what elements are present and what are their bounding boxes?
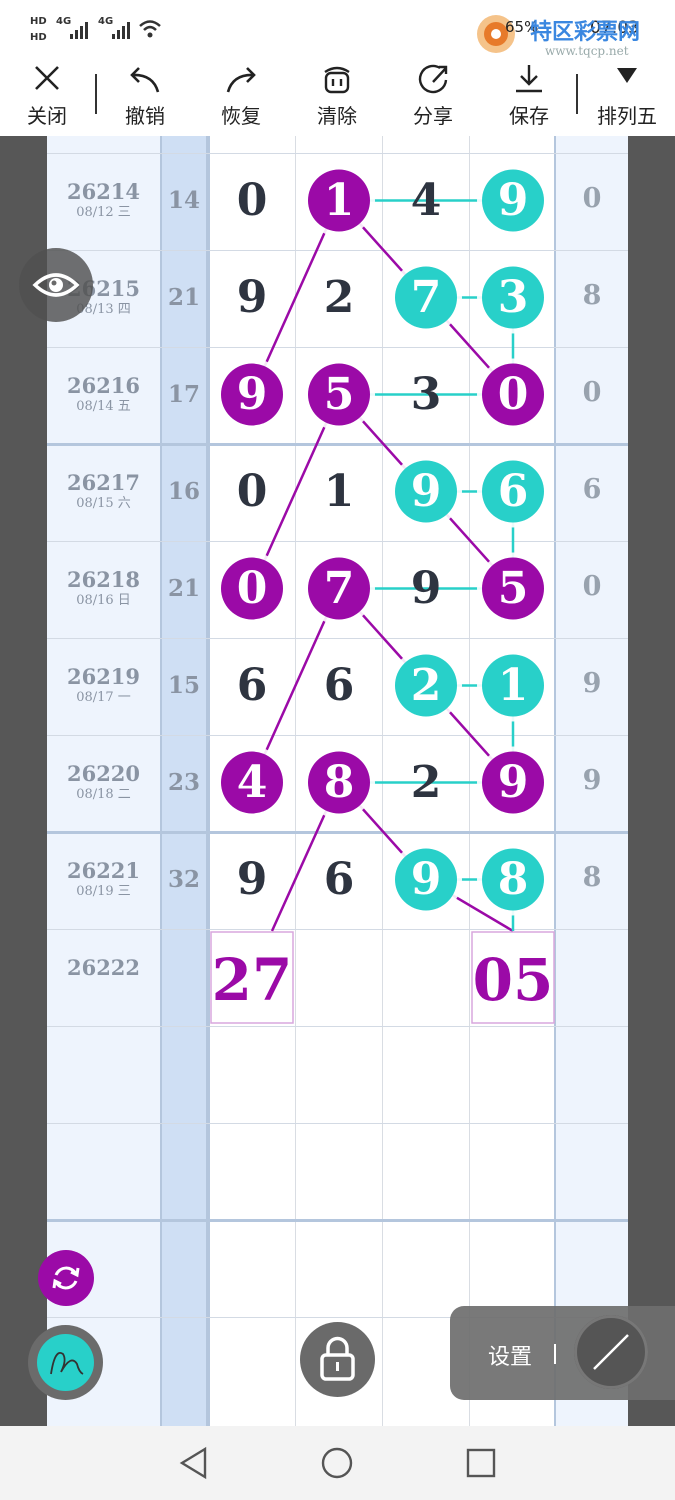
circled-digit: 6 [498,466,529,517]
trend-chart-grid[interactable]: 26214 08/12 三 14 0 26215 08/13 四 21 8 26216 08/14… [47,136,628,1426]
settings-divider [554,1344,556,1364]
redo-button[interactable]: 恢复 [201,60,281,136]
circled-digit: 9 [237,369,268,420]
pen-icon [50,1352,84,1375]
lock-icon [320,1336,355,1381]
hd-label-2: HD [30,32,47,43]
game-label: 排列五 [597,104,657,128]
toolbar-divider [95,74,97,114]
download-icon [516,65,542,93]
circled-digit: 4 [237,757,268,808]
digit-value: 9 [411,563,442,614]
close-icon [35,66,59,90]
digit-value: 6 [324,660,355,711]
triangle-down-icon [617,68,637,83]
network-label-1: 4G [56,16,72,27]
circled-digit: 9 [411,854,442,905]
trend-drawing[interactable]: 0 1 4 99 2 7 39 5 3 00 1 9 60 7 9 56 6 2 14 8 2 99 6 9 827 05 [47,136,628,1426]
undo-button[interactable]: 撤销 [105,60,185,136]
status-bar: HD HD 4G 4G 65% 07:03 特区彩票网 www.tqcp.net [0,0,675,60]
redo-label: 恢复 [221,104,261,128]
watermark-text: 特区彩票网 [530,19,641,45]
line-tool-button[interactable] [574,1315,648,1389]
right-margin [628,136,675,1426]
watermark-url: www.tqcp.net [545,44,629,58]
digit-value: 2 [411,757,442,808]
digit-value: 9 [237,854,268,905]
connector-lines [250,199,515,933]
circled-digit: 9 [411,466,442,517]
circled-digit: 9 [498,757,529,808]
refresh-button[interactable] [38,1250,94,1306]
circled-digit: 5 [324,369,355,420]
settings-panel: 设置 [450,1306,675,1400]
settings-button[interactable]: 设置 [488,1339,532,1371]
digit-value: 3 [411,369,442,420]
pen-tool-inner [37,1334,94,1391]
share-label: 分享 [413,104,453,128]
circled-digit: 1 [498,660,529,711]
clear-button[interactable]: 清除 [297,60,377,136]
circled-digit: 5 [498,563,529,614]
circled-digit: 0 [498,369,529,420]
digit-value: 0 [237,466,268,517]
toolbar: 关闭 撤销 恢复 清除 分享 保存 排列五 [0,60,675,136]
recents-icon[interactable] [462,1444,500,1482]
lock-button[interactable] [300,1322,375,1397]
circled-digit: 7 [324,563,355,614]
hd-label-1: HD [30,16,47,27]
prediction-value-4: 05 [473,946,554,1014]
circled-digit: 9 [498,175,529,226]
undo-icon [130,67,160,93]
digit-value: 9 [237,272,268,323]
trash-icon [324,66,350,94]
signal-icon-2 [112,22,130,39]
circled-digit: 3 [498,272,529,323]
digit-value: 6 [324,854,355,905]
network-label-2: 4G [98,16,114,27]
save-button[interactable]: 保存 [489,60,569,136]
signal-icon-1 [70,22,88,39]
redo-icon [226,67,256,93]
back-icon[interactable] [175,1444,213,1482]
circled-digit: 1 [324,175,355,226]
prediction-value-1: 27 [212,946,293,1014]
toolbar-divider [576,74,578,114]
digit-value: 4 [411,175,442,226]
pen-tool-button[interactable] [28,1325,103,1400]
circled-digit: 2 [411,660,442,711]
save-label: 保存 [509,104,549,128]
refresh-icon [52,1266,80,1290]
game-select-button[interactable]: 排列五 [587,60,667,136]
share-button[interactable]: 分享 [393,60,473,136]
digit-value: 1 [324,466,355,517]
circled-digit: 7 [411,272,442,323]
eye-icon [32,273,80,297]
line-tool-icon [593,1334,629,1370]
undo-label: 撤销 [125,104,165,128]
navigation-bar [0,1426,675,1500]
close-label: 关闭 [27,104,67,128]
digit-value: 6 [237,660,268,711]
close-button[interactable]: 关闭 [7,60,87,136]
circled-digit: 8 [324,757,355,808]
wifi-icon [139,20,161,38]
circled-digit: 8 [498,854,529,905]
home-icon[interactable] [318,1444,356,1482]
digit-value: 0 [237,175,268,226]
digit-value: 2 [324,272,355,323]
share-icon [418,64,448,94]
circled-digit: 0 [237,563,268,614]
toggle-visibility-button[interactable] [19,248,93,322]
left-margin [0,136,47,1426]
clear-label: 清除 [317,104,357,128]
